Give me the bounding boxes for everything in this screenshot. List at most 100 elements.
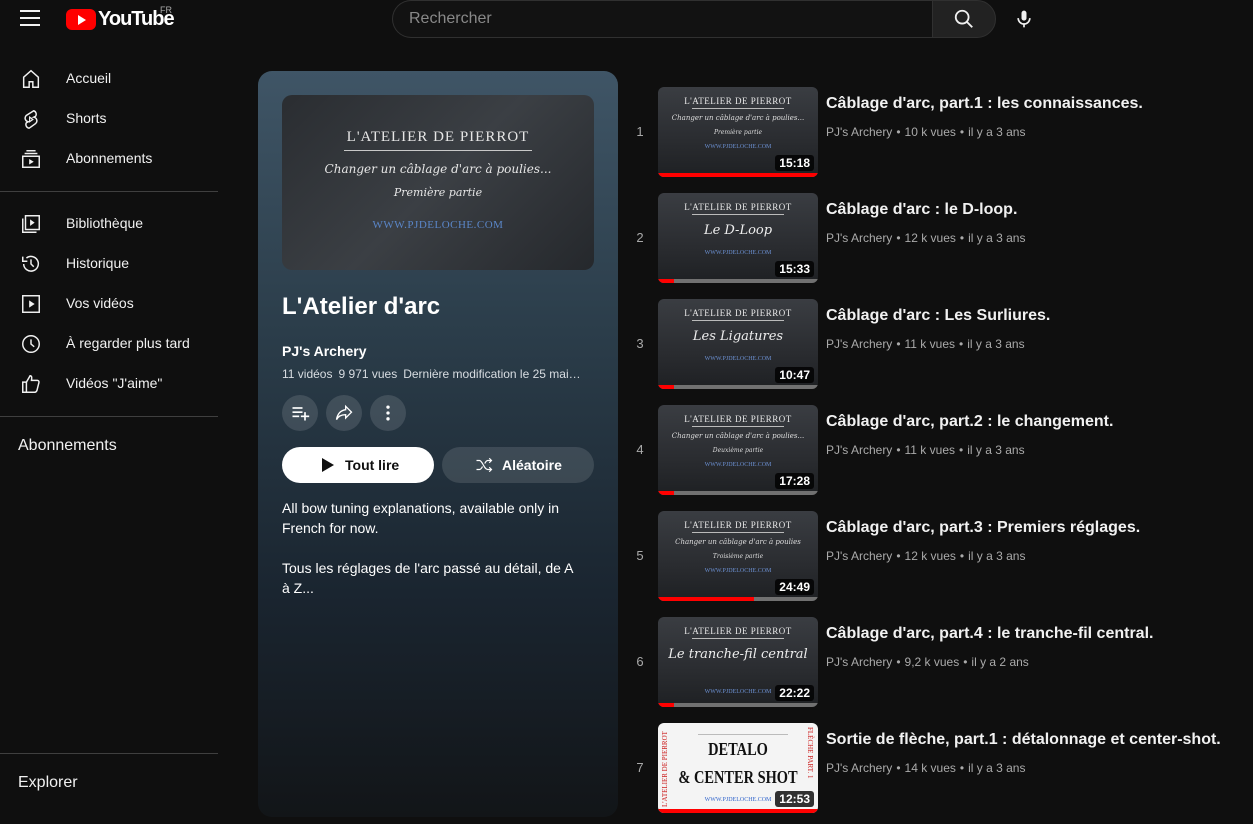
watch-progress-bar [658, 279, 818, 283]
playlist-header-panel: L'ATELIER DE PIERROT Changer un câblage … [258, 71, 618, 817]
video-thumbnail[interactable]: L'ATELIER DE PIERROT FLÈCHE PART. 1 DETA… [658, 723, 818, 813]
sidebar-item-liked-videos[interactable]: Vidéos "J'aime" [0, 363, 218, 403]
thumbnail-divider [344, 150, 532, 151]
shorts-icon [24, 109, 38, 129]
video-channel[interactable]: PJ's Archery [826, 655, 892, 669]
playlist-channel-link[interactable]: PJ's Archery [282, 343, 367, 359]
video-duration: 22:22 [775, 685, 814, 701]
video-title[interactable]: Sortie de flèche, part.1 : détalonnage e… [826, 731, 1236, 749]
voice-search-button[interactable] [1006, 0, 1042, 38]
sidebar-item-library[interactable]: Bibliothèque [0, 203, 218, 243]
shuffle-button[interactable]: Aléatoire [442, 447, 594, 483]
video-count: 11 vidéos [282, 367, 333, 381]
video-meta: PJ's Archery • 12 k vues • il y a 3 ans [826, 231, 1026, 245]
youtube-play-icon [66, 8, 96, 30]
playlist-video-row[interactable]: 7 L'ATELIER DE PIERROT FLÈCHE PART. 1 DE… [630, 723, 1240, 817]
video-views: 12 k vues [904, 231, 956, 245]
playlist-video-row[interactable]: 6 L'ATELIER DE PIERROT Le tranche-fil ce… [630, 617, 1240, 711]
video-views: 12 k vues [904, 549, 956, 563]
video-thumbnail[interactable]: L'ATELIER DE PIERROT Changer un câblage … [658, 405, 818, 495]
video-meta: PJ's Archery • 9,2 k vues • il y a 2 ans [826, 655, 1029, 669]
sidebar-item-label: Bibliothèque [66, 215, 144, 231]
playlist-video-row[interactable]: 1 L'ATELIER DE PIERROT Changer un câblag… [630, 87, 1240, 181]
sidebar-item-subscriptions[interactable]: Abonnements [0, 138, 218, 178]
video-channel[interactable]: PJ's Archery [826, 549, 892, 563]
thumbnail-divider [692, 638, 784, 639]
video-channel[interactable]: PJ's Archery [826, 443, 892, 457]
video-index: 2 [636, 230, 644, 245]
watch-progress-fill [658, 385, 674, 389]
thumbnail-side-text: L'ATELIER DE PIERROT [661, 731, 669, 807]
thumbnail-part-text: Première partie [713, 129, 763, 136]
sidebar: Accueil Shorts Abonnements Bibliothèque … [0, 56, 230, 824]
video-meta: PJ's Archery • 12 k vues • il y a 3 ans [826, 549, 1026, 563]
video-thumbnail[interactable]: L'ATELIER DE PIERROT Les Ligatures WWW.P… [658, 299, 818, 389]
youtube-logo[interactable]: YouTube [66, 8, 175, 30]
video-age: il y a 3 ans [967, 443, 1025, 457]
thumbnail-title-text: L'ATELIER DE PIERROT [684, 626, 792, 636]
sidebar-item-home[interactable]: Accueil [0, 58, 218, 98]
watch-progress-bar [658, 173, 818, 177]
video-thumbnail[interactable]: L'ATELIER DE PIERROT Changer un câblage … [658, 511, 818, 601]
video-index: 1 [636, 124, 644, 139]
video-title[interactable]: Câblage d'arc, part.1 : les connaissance… [826, 95, 1236, 113]
playlist-video-row[interactable]: 2 L'ATELIER DE PIERROT Le D-Loop WWW.PJD… [630, 193, 1240, 287]
video-channel[interactable]: PJ's Archery [826, 337, 892, 351]
sidebar-item-label: À regarder plus tard [66, 335, 190, 351]
search-box [392, 0, 932, 38]
video-title[interactable]: Câblage d'arc : le D-loop. [826, 201, 1236, 219]
video-title[interactable]: Câblage d'arc, part.2 : le changement. [826, 413, 1236, 431]
more-options-button[interactable] [370, 395, 406, 431]
thumbnail-title-text: DETALO [708, 739, 768, 759]
subscriptions-heading: Abonnements [18, 437, 117, 454]
thumbnail-divider [692, 214, 784, 215]
video-channel[interactable]: PJ's Archery [826, 231, 892, 245]
play-all-button[interactable]: Tout lire [282, 447, 434, 483]
video-duration: 17:28 [775, 473, 814, 489]
playlist-video-row[interactable]: 5 L'ATELIER DE PIERROT Changer un câblag… [630, 511, 1240, 605]
video-age: il y a 2 ans [971, 655, 1029, 669]
video-title[interactable]: Câblage d'arc, part.4 : le tranche-fil c… [826, 625, 1236, 643]
playlist-video-row[interactable]: 4 L'ATELIER DE PIERROT Changer un câblag… [630, 405, 1240, 499]
video-meta: PJ's Archery • 10 k vues • il y a 3 ans [826, 125, 1026, 139]
thumbnail-title-text: L'ATELIER DE PIERROT [684, 414, 792, 424]
video-channel[interactable]: PJ's Archery [826, 125, 892, 139]
watch-progress-bar [658, 385, 818, 389]
sidebar-item-watch-later[interactable]: À regarder plus tard [0, 323, 218, 363]
thumbnail-divider [692, 426, 784, 427]
play-all-label: Tout lire [345, 457, 400, 473]
sidebar-divider [0, 416, 218, 417]
video-title[interactable]: Câblage d'arc, part.3 : Premiers réglage… [826, 519, 1236, 537]
search-button[interactable] [932, 0, 996, 38]
hamburger-menu-icon[interactable] [20, 10, 40, 26]
video-age: il y a 3 ans [968, 549, 1026, 563]
thumbnail-url-text: WWW.PJDELOCHE.COM [704, 250, 772, 256]
playlist-thumbnail[interactable]: L'ATELIER DE PIERROT Changer un câblage … [282, 95, 594, 270]
sidebar-item-label: Shorts [66, 110, 107, 126]
video-channel[interactable]: PJ's Archery [826, 761, 892, 775]
video-thumbnail[interactable]: L'ATELIER DE PIERROT Changer un câblage … [658, 87, 818, 177]
thumbnail-part-text: Première partie [393, 186, 483, 199]
video-thumbnail[interactable]: L'ATELIER DE PIERROT Le tranche-fil cent… [658, 617, 818, 707]
sidebar-item-shorts[interactable]: Shorts [0, 98, 218, 138]
thumbs-up-icon [22, 375, 40, 393]
video-title[interactable]: Câblage d'arc : Les Surliures. [826, 307, 1236, 325]
share-button[interactable] [326, 395, 362, 431]
video-index: 6 [636, 654, 644, 669]
thumbnail-subtitle-text: & CENTER SHOT [678, 767, 798, 787]
video-age: il y a 3 ans [967, 337, 1025, 351]
thumbnail-url-text: WWW.PJDELOCHE.COM [372, 219, 504, 231]
watch-progress-bar [658, 703, 818, 707]
video-thumbnail[interactable]: L'ATELIER DE PIERROT Le D-Loop WWW.PJDEL… [658, 193, 818, 283]
sidebar-item-your-videos[interactable]: Vos vidéos [0, 283, 218, 323]
sidebar-divider [0, 753, 218, 754]
sidebar-item-history[interactable]: Historique [0, 243, 218, 283]
thumbnail-title-text: L'ATELIER DE PIERROT [684, 308, 792, 318]
playlist-video-row[interactable]: 3 L'ATELIER DE PIERROT Les Ligatures WWW… [630, 299, 1240, 393]
video-views: 14 k vues [904, 761, 956, 775]
video-views: 11 k vues [904, 337, 955, 351]
search-input[interactable] [409, 1, 909, 37]
save-playlist-button[interactable] [282, 395, 318, 431]
video-age: il y a 3 ans [968, 761, 1026, 775]
video-duration: 24:49 [775, 579, 814, 595]
